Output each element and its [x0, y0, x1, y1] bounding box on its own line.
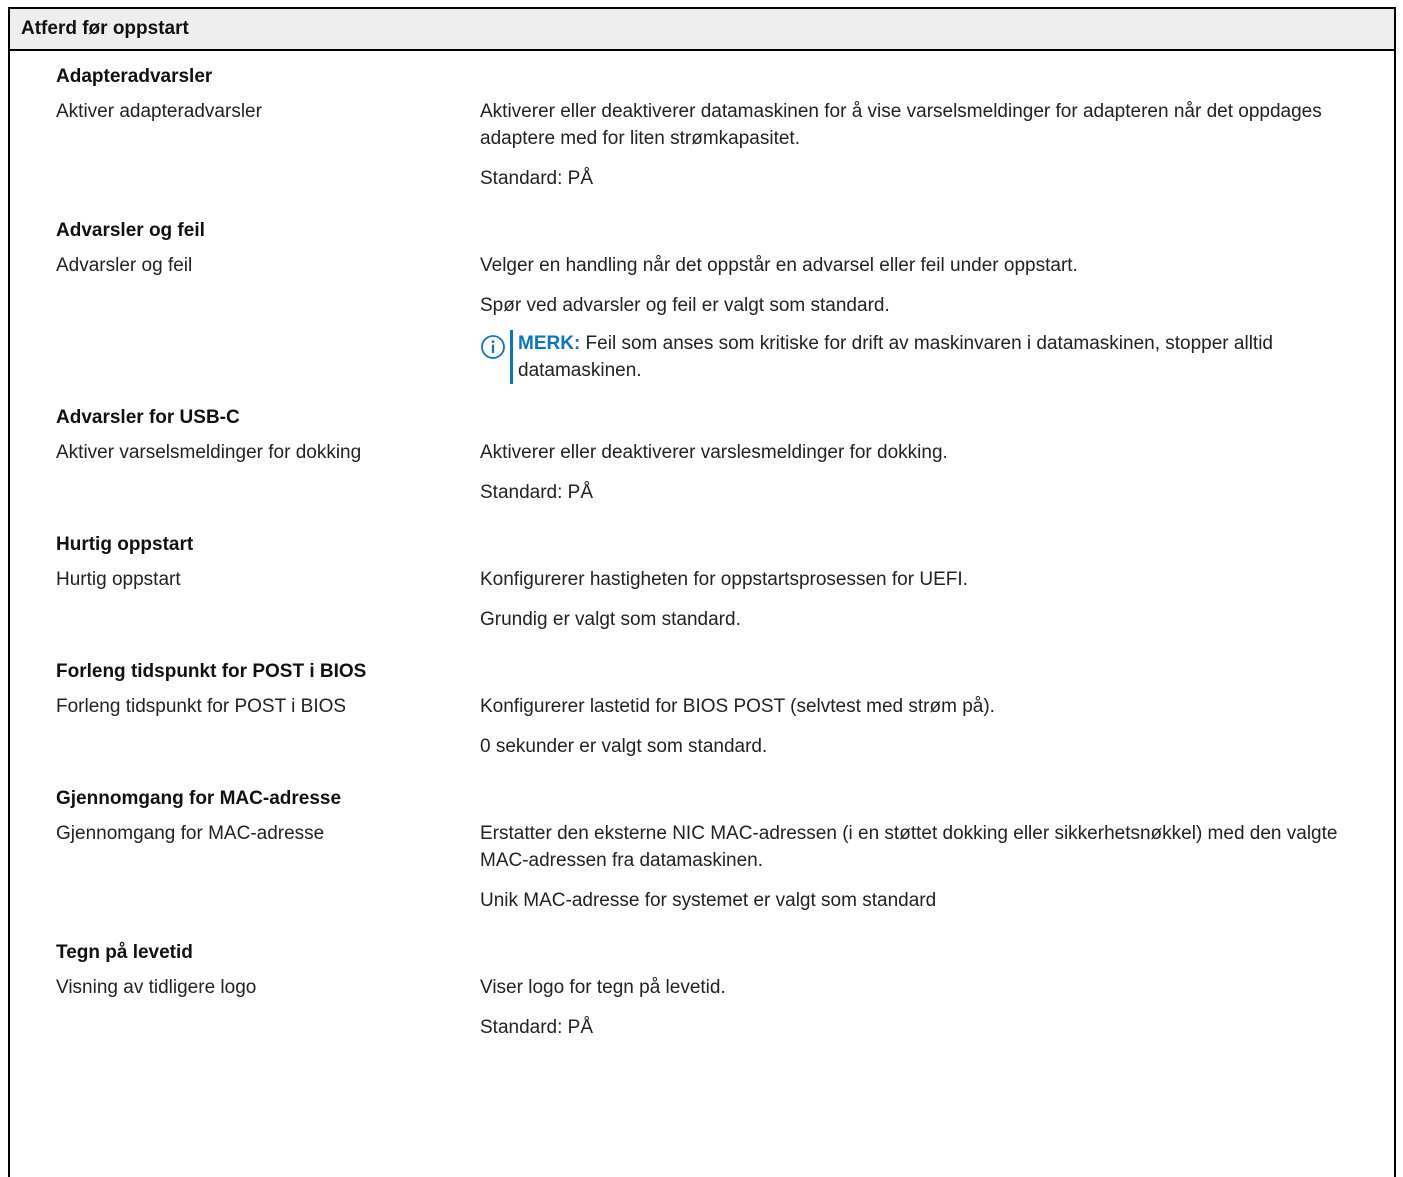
default-value: Standard: PÅ: [480, 1017, 594, 1038]
note-label: MERK:: [518, 333, 581, 354]
option-name: Forleng tidspunkt for POST i BIOS: [56, 696, 347, 717]
section-extend-bios-post-time: Forleng tidspunkt for POST i BIOS Forlen…: [10, 646, 1394, 773]
note-body: Feil som anses som kritiske for drift av…: [518, 333, 1273, 381]
option-row: Gjennomgang for MAC-adresse Erstatter de…: [10, 820, 1394, 927]
option-row: Aktiver varselsmeldinger for dokking Akt…: [10, 439, 1394, 519]
table-title: Atferd før oppstart: [21, 18, 189, 39]
option-description: Viser logo for tegn på levetid. Standard…: [480, 974, 1394, 1054]
settings-table: Atferd før oppstart Adapteradvarsler Akt…: [8, 7, 1396, 1177]
note-box: MERK: Feil som anses som kritiske for dr…: [480, 330, 1382, 384]
description-text: Aktiverer eller deaktiverer datamaskinen…: [480, 101, 1322, 149]
section-title: Gjennomgang for MAC-adresse: [56, 788, 342, 809]
option-row: Forleng tidspunkt for POST i BIOS Konfig…: [10, 693, 1394, 773]
option-description: Aktiverer eller deaktiverer varslesmeldi…: [480, 439, 1394, 519]
option-name: Hurtig oppstart: [56, 569, 181, 590]
table-header: Atferd før oppstart: [10, 9, 1394, 51]
description-text: Aktiverer eller deaktiverer varslesmeldi…: [480, 442, 948, 463]
section-fast-boot: Hurtig oppstart Hurtig oppstart Konfigur…: [10, 519, 1394, 646]
section-title: Adapteradvarsler: [56, 66, 213, 87]
default-value: Spør ved advarsler og feil er valgt som …: [480, 295, 890, 316]
description-text: Erstatter den eksterne NIC MAC-adressen …: [480, 823, 1338, 871]
option-row: Advarsler og feil Velger en handling når…: [10, 252, 1394, 392]
section-adapter-warnings: Adapteradvarsler Aktiver adapteradvarsle…: [10, 51, 1394, 205]
option-name: Advarsler og feil: [56, 255, 193, 276]
option-row: Hurtig oppstart Konfigurerer hastigheten…: [10, 566, 1394, 646]
description-text: Velger en handling når det oppstår en ad…: [480, 255, 1078, 276]
description-text: Konfigurerer lastetid for BIOS POST (sel…: [480, 696, 995, 717]
description-text: Konfigurerer hastigheten for oppstartspr…: [480, 569, 968, 590]
section-usb-c-warnings: Advarsler for USB-C Aktiver varselsmeldi…: [10, 392, 1394, 519]
section-sign-of-life: Tegn på levetid Visning av tidligere log…: [10, 927, 1394, 1054]
option-description: Konfigurerer lastetid for BIOS POST (sel…: [480, 693, 1394, 773]
section-title: Hurtig oppstart: [56, 534, 194, 555]
option-description: Velger en handling når det oppstår en ad…: [480, 252, 1394, 392]
option-description: Aktiverer eller deaktiverer datamaskinen…: [480, 98, 1394, 205]
option-name: Gjennomgang for MAC-adresse: [56, 823, 325, 844]
option-description: Konfigurerer hastigheten for oppstartspr…: [480, 566, 1394, 646]
section-warnings-and-errors: Advarsler og feil Advarsler og feil Velg…: [10, 205, 1394, 392]
default-value: Grundig er valgt som standard.: [480, 609, 741, 630]
section-title: Advarsler for USB-C: [56, 407, 240, 428]
option-name: Aktiver adapteradvarsler: [56, 101, 262, 122]
option-row: Aktiver adapteradvarsler Aktiverer eller…: [10, 98, 1394, 205]
info-icon: [480, 334, 506, 360]
section-title: Forleng tidspunkt for POST i BIOS: [56, 661, 367, 682]
default-value: Standard: PÅ: [480, 168, 594, 189]
default-value: Standard: PÅ: [480, 482, 594, 503]
description-text: Viser logo for tegn på levetid.: [480, 977, 726, 998]
option-name: Visning av tidligere logo: [56, 977, 257, 998]
default-value: Unik MAC-adresse for systemet er valgt s…: [480, 890, 937, 911]
option-row: Visning av tidligere logo Viser logo for…: [10, 974, 1394, 1054]
option-name: Aktiver varselsmeldinger for dokking: [56, 442, 362, 463]
option-description: Erstatter den eksterne NIC MAC-adressen …: [480, 820, 1394, 927]
note-text: MERK: Feil som anses som kritiske for dr…: [510, 330, 1382, 384]
section-title: Advarsler og feil: [56, 220, 205, 241]
section-mac-address-pass-through: Gjennomgang for MAC-adresse Gjennomgang …: [10, 773, 1394, 927]
section-title: Tegn på levetid: [56, 942, 193, 963]
default-value: 0 sekunder er valgt som standard.: [480, 736, 768, 757]
